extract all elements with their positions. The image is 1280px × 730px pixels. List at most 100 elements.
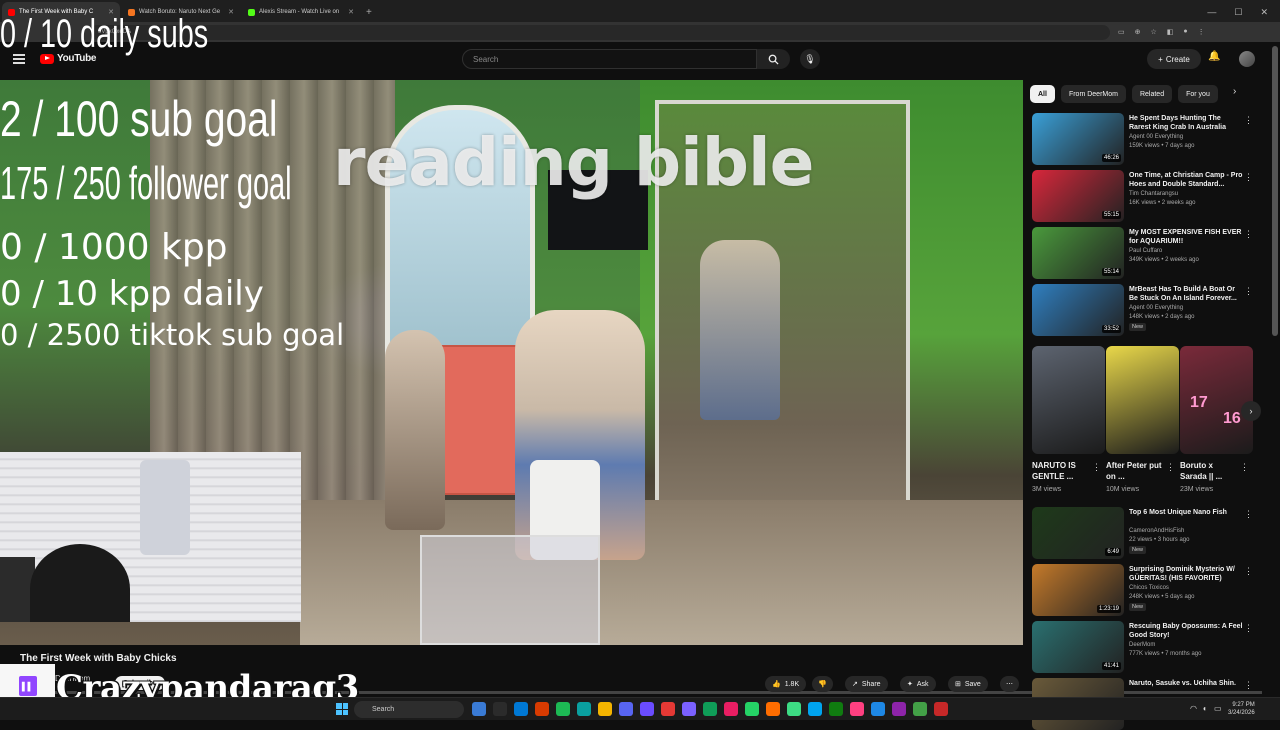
cast-icon[interactable]: ▭ [1118,28,1125,36]
volume-icon[interactable]: ◖ [1202,704,1207,713]
taskbar-app-icon[interactable] [577,702,591,716]
taskbar-app-icon[interactable] [787,702,801,716]
windows-start-icon[interactable] [336,703,348,715]
video-title[interactable]: My MOST EXPENSIVE FISH EVER for AQUARIUM… [1129,228,1244,246]
more-options-icon[interactable]: ⋮ [1244,115,1253,126]
create-button[interactable]: + Create [1147,49,1201,69]
more-options-icon[interactable]: ⋮ [1092,462,1101,473]
recommended-video[interactable]: 1:23:19 Surprising Dominik Mysterio W/ GÜ… [1032,564,1270,616]
browser-tab[interactable]: Alexis Stream - Watch Live on ✕ [242,2,360,22]
more-options-icon[interactable]: ⋮ [1244,509,1253,520]
short-title[interactable]: Boruto x Sarada || ... [1180,460,1240,482]
taskbar-app-icon[interactable] [493,702,507,716]
taskbar-app-icon[interactable] [661,702,675,716]
new-tab-button[interactable]: + [366,2,372,22]
taskbar-app-icon[interactable] [808,702,822,716]
short-thumbnail[interactable] [1032,346,1105,454]
close-tab-icon[interactable]: ✕ [348,8,354,16]
taskbar-app-icon[interactable] [892,702,906,716]
more-options-icon[interactable]: ⋮ [1244,172,1253,183]
channel-name[interactable]: Paul Cuffaro [1129,248,1162,254]
browser-menu-icon[interactable]: ⋮ [1198,28,1205,36]
save-button[interactable]: ⊞ Save [948,676,988,692]
taskbar-app-icon[interactable] [682,702,696,716]
taskbar-app-icon[interactable] [640,702,654,716]
more-options-icon[interactable]: ⋮ [1244,566,1253,577]
page-scrollbar[interactable] [1272,46,1278,336]
video-title[interactable]: Top 6 Most Unique Nano Fish [1129,508,1244,517]
chip-from-channel[interactable]: From DeerMom [1060,85,1126,103]
taskbar-app-icon[interactable] [535,702,549,716]
battery-icon[interactable]: ▭ [1214,704,1222,713]
ask-button[interactable]: ✦ Ask [900,676,936,692]
bookmark-star-icon[interactable]: ☆ [1151,28,1157,36]
video-title[interactable]: One Time, at Christian Camp - Pro Hoes a… [1129,171,1244,189]
video-thumbnail[interactable]: 41:41 [1032,621,1124,673]
recommended-video[interactable]: 6:49 Top 6 Most Unique Nano Fish CameronAn… [1032,507,1270,559]
search-input[interactable]: Search [462,49,757,69]
channel-name[interactable]: Tim Chantarangsu [1129,191,1178,197]
notifications-bell-icon[interactable]: 🔔 [1208,51,1220,62]
channel-name[interactable]: DeerMom [1129,642,1155,648]
maximize-icon[interactable]: ☐ [1234,7,1242,18]
more-options-icon[interactable]: ⋮ [1244,229,1253,240]
video-thumbnail[interactable]: 6:49 [1032,507,1124,559]
more-options-icon[interactable]: ⋮ [1244,680,1253,691]
taskbar-app-icon[interactable] [850,702,864,716]
video-thumbnail[interactable]: 1:23:19 [1032,564,1124,616]
chevron-right-icon[interactable]: › [1233,86,1236,97]
short-title[interactable]: After Peter put on ... [1106,460,1166,482]
more-options-icon[interactable]: ⋮ [1244,623,1253,634]
recommended-video[interactable]: 55:15 One Time, at Christian Camp - Pro H… [1032,170,1270,222]
taskbar-app-icon[interactable] [934,702,948,716]
taskbar-app-icon[interactable] [703,702,717,716]
zoom-icon[interactable]: ⊕ [1135,28,1141,36]
video-title[interactable]: Naruto, Sasuke vs. Uchiha Shin. [1129,679,1244,688]
channel-name[interactable]: Agent 00 Everything [1129,134,1183,140]
video-title[interactable]: Rescuing Baby Opossums: A Feel Good Stor… [1129,622,1244,640]
system-clock[interactable]: 9:27 PM 3/24/2026 [1228,701,1255,717]
video-thumbnail[interactable]: 33:52 [1032,284,1124,336]
channel-name[interactable]: Chicos Toxicos [1129,585,1169,591]
channel-name[interactable]: Agent 00 Everything [1129,305,1183,311]
video-thumbnail[interactable]: 55:15 [1032,170,1124,222]
taskbar-app-icon[interactable] [598,702,612,716]
taskbar-app-icon[interactable] [556,702,570,716]
video-title[interactable]: He Spent Days Hunting The Rarest King Cr… [1129,114,1244,132]
chip-related[interactable]: Related [1131,85,1173,103]
recommended-video[interactable]: 55:14 My MOST EXPENSIVE FISH EVER for AQU… [1032,227,1270,279]
taskbar-app-icon[interactable] [619,702,633,716]
voice-search-button[interactable]: 🎙 [800,49,820,69]
taskbar-app-icon[interactable] [829,702,843,716]
more-actions-button[interactable]: ⋯ [1000,676,1019,692]
recommended-video[interactable]: 33:52 MrBeast Has To Build A Boat Or Be S… [1032,284,1270,336]
url-field[interactable]: 9VpkQxeDA [90,24,1110,40]
recommended-video[interactable]: 46:26 He Spent Days Hunting The Rarest Ki… [1032,113,1270,165]
video-thumbnail[interactable]: 46:26 [1032,113,1124,165]
taskbar-app-icon[interactable] [913,702,927,716]
extensions-icon[interactable]: ◧ [1167,28,1174,36]
video-thumbnail[interactable]: 55:14 [1032,227,1124,279]
video-title[interactable]: Surprising Dominik Mysterio W/ GÜERITAS!… [1129,565,1244,583]
short-title[interactable]: NARUTO IS GENTLE ... [1032,460,1092,482]
more-options-icon[interactable]: ⋮ [1240,462,1249,473]
chip-all[interactable]: All [1030,85,1055,103]
taskbar-app-icon[interactable] [514,702,528,716]
shorts-next-button[interactable]: › [1241,401,1261,421]
more-options-icon[interactable]: ⋮ [1166,462,1175,473]
taskbar-app-icon[interactable] [472,702,486,716]
taskbar-app-icon[interactable] [745,702,759,716]
search-button[interactable] [757,49,790,69]
video-title[interactable]: MrBeast Has To Build A Boat Or Be Stuck … [1129,285,1244,303]
wifi-icon[interactable]: ◠ [1190,704,1197,713]
profile-icon[interactable]: ● [1183,28,1187,36]
share-button[interactable]: ↗ Share [845,676,888,692]
taskbar-app-icon[interactable] [871,702,885,716]
close-tab-icon[interactable]: ✕ [228,8,234,16]
user-avatar[interactable] [1239,51,1255,67]
taskbar-search[interactable]: Search [354,701,464,718]
chip-for-you[interactable]: For you [1178,85,1218,103]
minimize-icon[interactable]: — [1207,7,1216,17]
like-button[interactable]: 👍 1.8K [765,676,807,692]
taskbar-app-icon[interactable] [724,702,738,716]
